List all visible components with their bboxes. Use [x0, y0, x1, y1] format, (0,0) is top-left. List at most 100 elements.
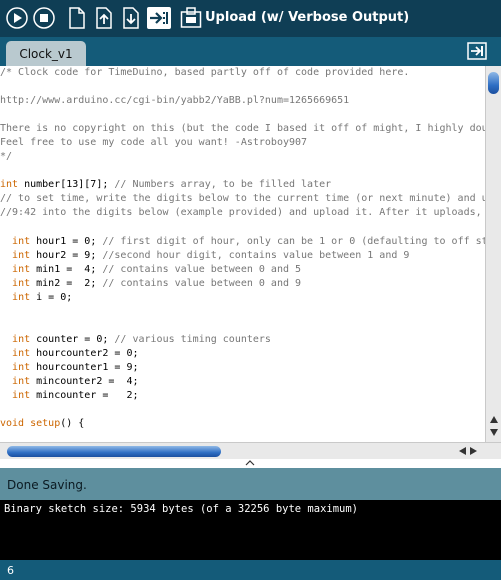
code-line[interactable] [0, 221, 485, 235]
code-text-segment: min1 = 4; [30, 263, 103, 275]
serial-monitor-button[interactable] [180, 7, 202, 29]
code-text-segment: counter = 0; [30, 333, 115, 345]
code-keyword: int [12, 277, 31, 289]
code-line[interactable]: int min1 = 4; // contains value between … [0, 263, 485, 277]
line-number: 6 [7, 564, 14, 577]
code-comment: //second hour digit, contains value betw… [102, 249, 410, 261]
save-icon [123, 7, 139, 29]
code-comment: //9:42 into the digits below (example pr… [0, 207, 482, 219]
code-keyword: setup [30, 418, 61, 430]
code-keyword: int [12, 390, 31, 402]
code-line[interactable] [0, 108, 485, 122]
code-keyword: int [12, 235, 31, 247]
code-comment: /* Clock code for TimeDuino, based partl… [0, 67, 410, 78]
code-line[interactable] [0, 164, 485, 178]
vertical-scroll-arrows-icon[interactable] [489, 414, 499, 438]
code-line[interactable]: int min2 = 2; // contains value between … [0, 277, 485, 291]
code-comment: // Numbers array, to be filled later [114, 179, 332, 191]
code-text-segment [0, 264, 12, 275]
code-text-segment: number[13][7]; [18, 179, 115, 191]
code-text-segment [0, 376, 12, 387]
code-line[interactable] [0, 305, 485, 319]
code-line[interactable] [0, 319, 485, 333]
upload-button[interactable] [147, 7, 171, 29]
code-line[interactable]: int hourcounter1 = 9; [0, 361, 485, 375]
stop-icon [33, 7, 55, 29]
new-button[interactable] [66, 7, 88, 29]
status-bar: Done Saving. [0, 468, 501, 500]
code-text-segment [0, 334, 12, 345]
code-keyword: int [12, 333, 31, 345]
toolbar: Upload (w/ Verbose Output) [0, 0, 501, 37]
code-keyword: int [12, 361, 31, 373]
code-line[interactable]: http://www.arduino.cc/cgi-bin/yabb2/YaBB… [0, 94, 485, 108]
save-button[interactable] [120, 7, 142, 29]
code-line[interactable] [0, 80, 485, 94]
tab-bar: Clock_v1 [0, 37, 501, 66]
code-line[interactable]: int hourcounter2 = 0; [0, 347, 485, 361]
verify-button[interactable] [6, 7, 28, 29]
code-comment: http://www.arduino.cc/cgi-bin/yabb2/YaBB… [0, 95, 350, 107]
code-keyword: int [12, 263, 31, 275]
splitter-arrow-icon[interactable] [245, 459, 255, 467]
pane-splitter[interactable] [0, 459, 501, 468]
code-text-segment [0, 348, 12, 359]
code-text-segment: hourcounter2 = 0; [30, 347, 139, 359]
tab-menu-button[interactable] [467, 42, 487, 60]
code-text-segment: hour2 = 9; [30, 249, 103, 261]
code-comment: Feel free to use my code all you want! -… [0, 137, 308, 149]
code-line[interactable]: There is no copyright on this (but the c… [0, 122, 485, 136]
code-line[interactable]: int counter = 0; // various timing count… [0, 333, 485, 347]
code-keyword: int [12, 249, 31, 261]
code-text-segment [0, 278, 12, 289]
code-text[interactable]: /* Clock code for TimeDuino, based partl… [0, 66, 485, 431]
console-text: Binary sketch size: 5934 bytes (of a 322… [4, 503, 359, 515]
stop-button[interactable] [33, 7, 55, 29]
code-line[interactable]: int hour2 = 9; //second hour digit, cont… [0, 249, 485, 263]
code-text-segment: min2 = 2; [30, 277, 103, 289]
code-line[interactable]: Feel free to use my code all you want! -… [0, 136, 485, 150]
code-comment: // first digit of hour, only can be 1 or… [102, 235, 485, 247]
code-text-segment [0, 250, 12, 261]
code-comment: // to set time, write the digits below t… [0, 193, 485, 205]
code-text-segment [0, 236, 12, 247]
horizontal-scroll-arrows-icon[interactable] [457, 446, 479, 456]
verify-icon [6, 7, 28, 29]
tab-menu-icon [467, 42, 487, 60]
code-line[interactable]: int mincounter = 2; [0, 389, 485, 403]
horizontal-scrollbar[interactable] [0, 442, 501, 459]
upload-icon [150, 12, 168, 24]
open-icon [96, 7, 112, 29]
code-text-segment [0, 292, 12, 303]
console-output[interactable]: Binary sketch size: 5934 bytes (of a 322… [0, 500, 501, 560]
code-line[interactable]: */ [0, 150, 485, 164]
code-text-segment: hour1 = 0; [30, 235, 103, 247]
code-text-segment [0, 390, 12, 401]
toolbar-status-label: Upload (w/ Verbose Output) [205, 10, 410, 25]
horizontal-scroll-thumb[interactable] [7, 446, 221, 457]
code-text-segment: mincounter2 = 4; [30, 376, 139, 388]
code-line[interactable]: int number[13][7]; // Numbers array, to … [0, 178, 485, 192]
code-comment: There is no copyright on this (but the c… [0, 123, 485, 135]
code-line[interactable]: // to set time, write the digits below t… [0, 192, 485, 206]
code-comment: // various timing counters [114, 333, 271, 345]
code-line[interactable]: //9:42 into the digits below (example pr… [0, 206, 485, 220]
code-comment: // contains value between 0 and 9 [102, 277, 302, 289]
tab-clock-v1[interactable]: Clock_v1 [6, 41, 86, 66]
code-keyword: int [12, 347, 31, 359]
status-message: Done Saving. [7, 478, 87, 492]
code-line[interactable] [0, 403, 485, 417]
vertical-scrollbar[interactable] [485, 66, 501, 442]
code-text-segment [0, 362, 12, 373]
code-line[interactable]: int hour1 = 0; // first digit of hour, o… [0, 235, 485, 249]
code-line[interactable]: void setup() { [0, 417, 485, 431]
code-editor[interactable]: /* Clock code for TimeDuino, based partl… [0, 66, 485, 442]
line-number-bar: 6 [0, 560, 501, 580]
vertical-scroll-thumb[interactable] [488, 72, 499, 94]
open-button[interactable] [93, 7, 115, 29]
code-comment: // contains value between 0 and 5 [102, 263, 302, 275]
code-line[interactable]: /* Clock code for TimeDuino, based partl… [0, 66, 485, 80]
serial-monitor-icon [180, 7, 202, 28]
code-line[interactable]: int i = 0; [0, 291, 485, 305]
code-line[interactable]: int mincounter2 = 4; [0, 375, 485, 389]
